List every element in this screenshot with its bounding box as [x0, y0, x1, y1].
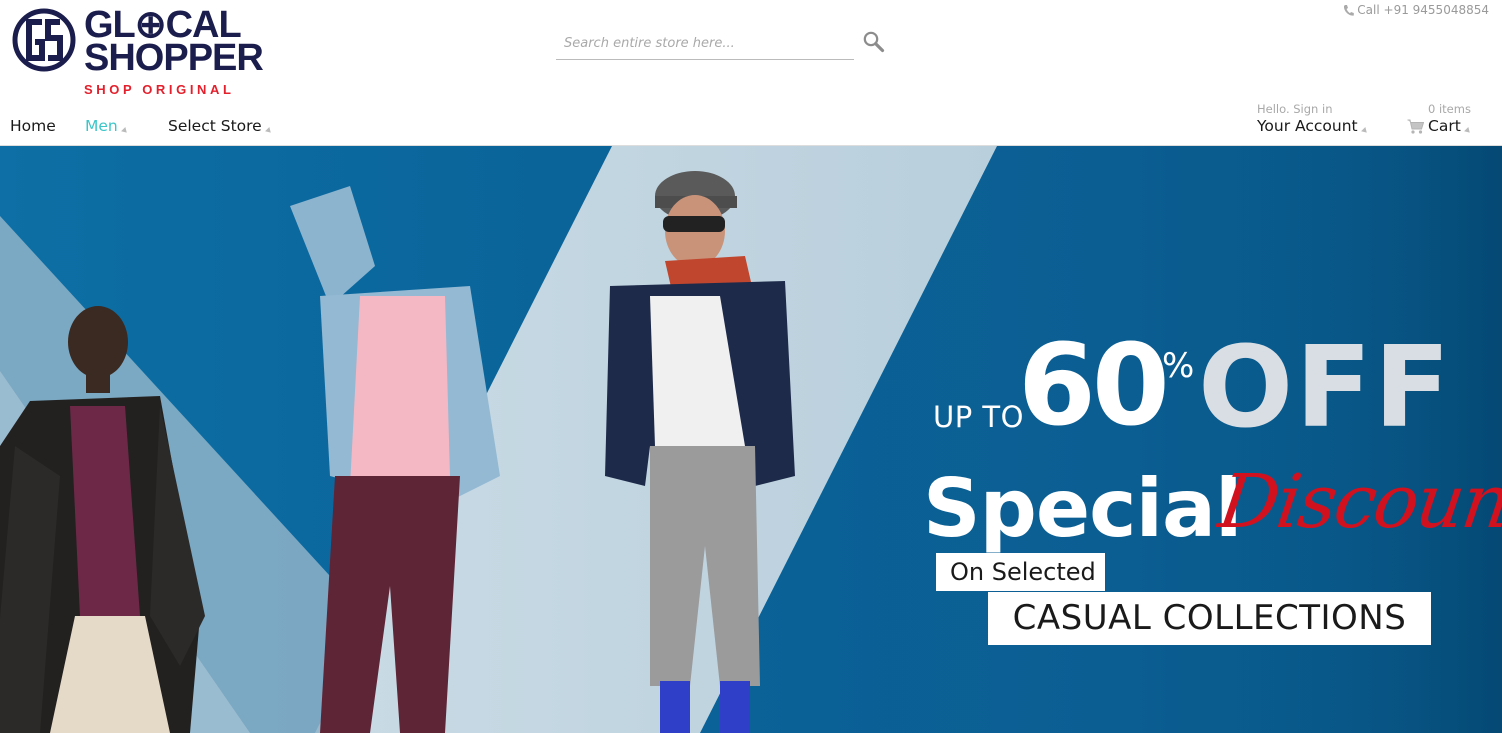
hero-banner[interactable]: UP TO 60 % OFF Special Discounts On Sele… — [0, 146, 1502, 733]
account-greeting: Hello. Sign in — [1257, 102, 1333, 116]
nav-men[interactable]: Men — [85, 117, 168, 135]
promo-percent-sign: % — [1162, 346, 1195, 386]
nav-home-label: Home — [10, 117, 56, 135]
logo-tagline: SHOP ORIGINAL — [84, 82, 235, 97]
search-input[interactable] — [556, 28, 854, 58]
nav-select-store-label: Select Store — [168, 117, 262, 135]
logo-word-shopper: SHOPPER — [84, 37, 264, 79]
nav-men-label: Men — [85, 117, 118, 135]
cart-count: 0 items — [1428, 102, 1471, 116]
nav-home[interactable]: Home — [10, 117, 85, 135]
account-label: Your Account — [1257, 117, 1358, 135]
chevron-down-icon — [264, 127, 273, 135]
promo-up-to: UP TO — [933, 400, 1024, 434]
promo-percent-value: 60 — [1018, 321, 1170, 451]
nav-select-store[interactable]: Select Store — [168, 117, 273, 135]
promo-off: OFF — [1198, 323, 1453, 453]
site-logo[interactable]: GL⊕CAL SHOPPER SHOP ORIGINAL — [12, 6, 264, 98]
promo-on-selected: On Selected — [936, 553, 1105, 591]
search-box — [556, 28, 854, 60]
promo-casual-collections: CASUAL COLLECTIONS — [988, 592, 1431, 645]
cart-label: Cart — [1428, 117, 1461, 135]
phone-number: Call +91 9455048854 — [1357, 3, 1489, 17]
chevron-down-icon — [1360, 127, 1369, 135]
promo-special: Special — [923, 462, 1242, 555]
gs-logo-mark-icon — [12, 8, 76, 72]
main-nav: Home Men Select Store — [10, 117, 273, 135]
chevron-down-icon — [120, 127, 129, 135]
magnifier-icon[interactable] — [862, 30, 886, 54]
cart-icon — [1407, 119, 1424, 134]
contact-phone: Call +91 9455048854 — [1343, 3, 1489, 17]
promo-discounts: Discounts — [1213, 459, 1502, 545]
chevron-down-icon — [1463, 127, 1472, 135]
account-menu[interactable]: Hello. Sign in Your Account — [1257, 102, 1369, 136]
cart-menu[interactable]: 0 items Cart — [1407, 102, 1472, 136]
phone-icon — [1344, 4, 1355, 16]
site-header: GL⊕CAL SHOPPER SHOP ORIGINAL Call +91 94… — [0, 0, 1502, 146]
